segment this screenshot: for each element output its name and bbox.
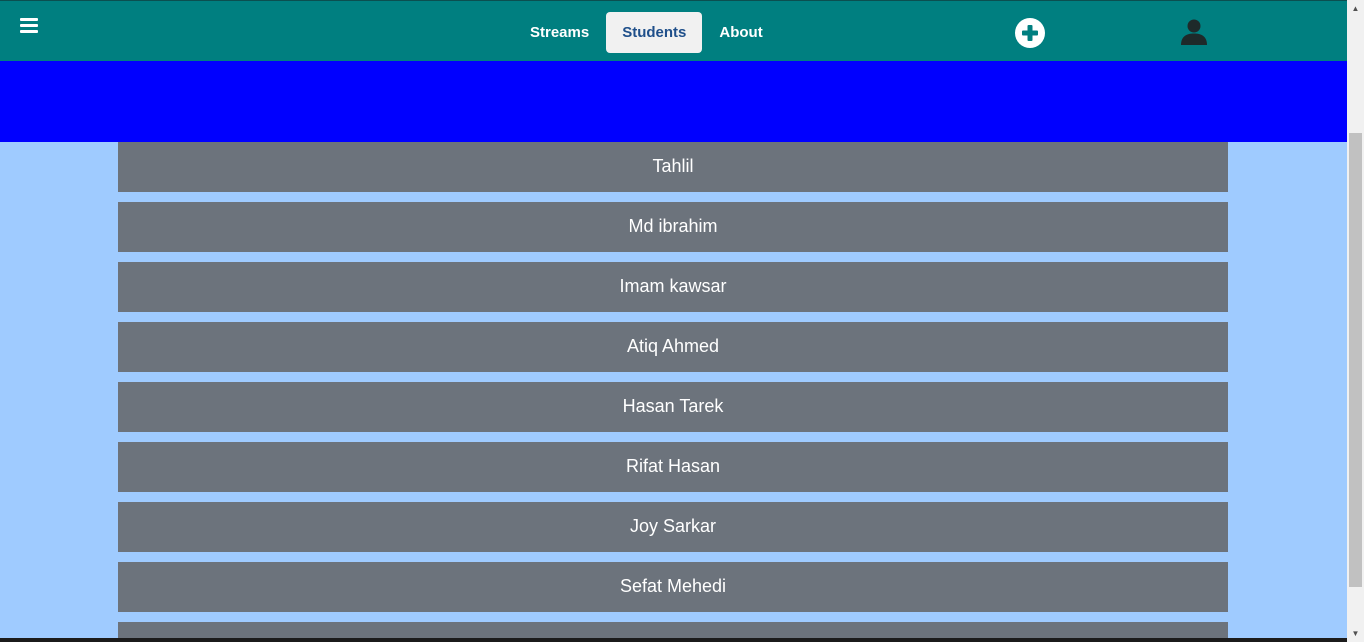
student-list-item[interactable]: Imam kawsar	[118, 262, 1228, 312]
student-list-item[interactable]: Rifat Hasan	[118, 442, 1228, 492]
header-banner	[0, 61, 1347, 142]
student-list-item[interactable]: Tahlil	[118, 142, 1228, 192]
student-list-item[interactable]: Atiq Ahmed	[118, 322, 1228, 372]
hamburger-menu-icon[interactable]	[18, 15, 40, 39]
vertical-scrollbar[interactable]: ▲ ▼	[1347, 0, 1364, 642]
nav-links: Streams Students About	[518, 12, 775, 53]
student-list-item[interactable]: Joy Sarkar	[118, 502, 1228, 552]
nav-link-about[interactable]: About	[707, 12, 774, 53]
profile-button[interactable]	[1179, 17, 1209, 47]
student-list-item[interactable]: Hasan Tarek	[118, 382, 1228, 432]
students-page: Streams Students About Tahlil Md ibrahim…	[0, 0, 1364, 642]
scroll-down-icon[interactable]: ▼	[1347, 625, 1364, 642]
student-list-item[interactable]: Md ibrahim	[118, 202, 1228, 252]
top-navbar: Streams Students About	[0, 0, 1347, 61]
plus-circle-icon	[1022, 25, 1038, 41]
nav-link-streams[interactable]: Streams	[518, 12, 601, 53]
nav-link-students[interactable]: Students	[606, 12, 703, 53]
user-silhouette-icon	[1181, 19, 1207, 45]
add-button[interactable]	[1015, 18, 1045, 48]
student-list: Tahlil Md ibrahim Imam kawsar Atiq Ahmed…	[118, 142, 1228, 638]
scroll-up-icon[interactable]: ▲	[1347, 0, 1364, 17]
student-list-item[interactable]: Sefat Mehedi	[118, 562, 1228, 612]
student-list-item-partial[interactable]	[118, 622, 1228, 638]
window-bottom-edge	[0, 638, 1347, 642]
scrollbar-thumb[interactable]	[1349, 133, 1362, 587]
